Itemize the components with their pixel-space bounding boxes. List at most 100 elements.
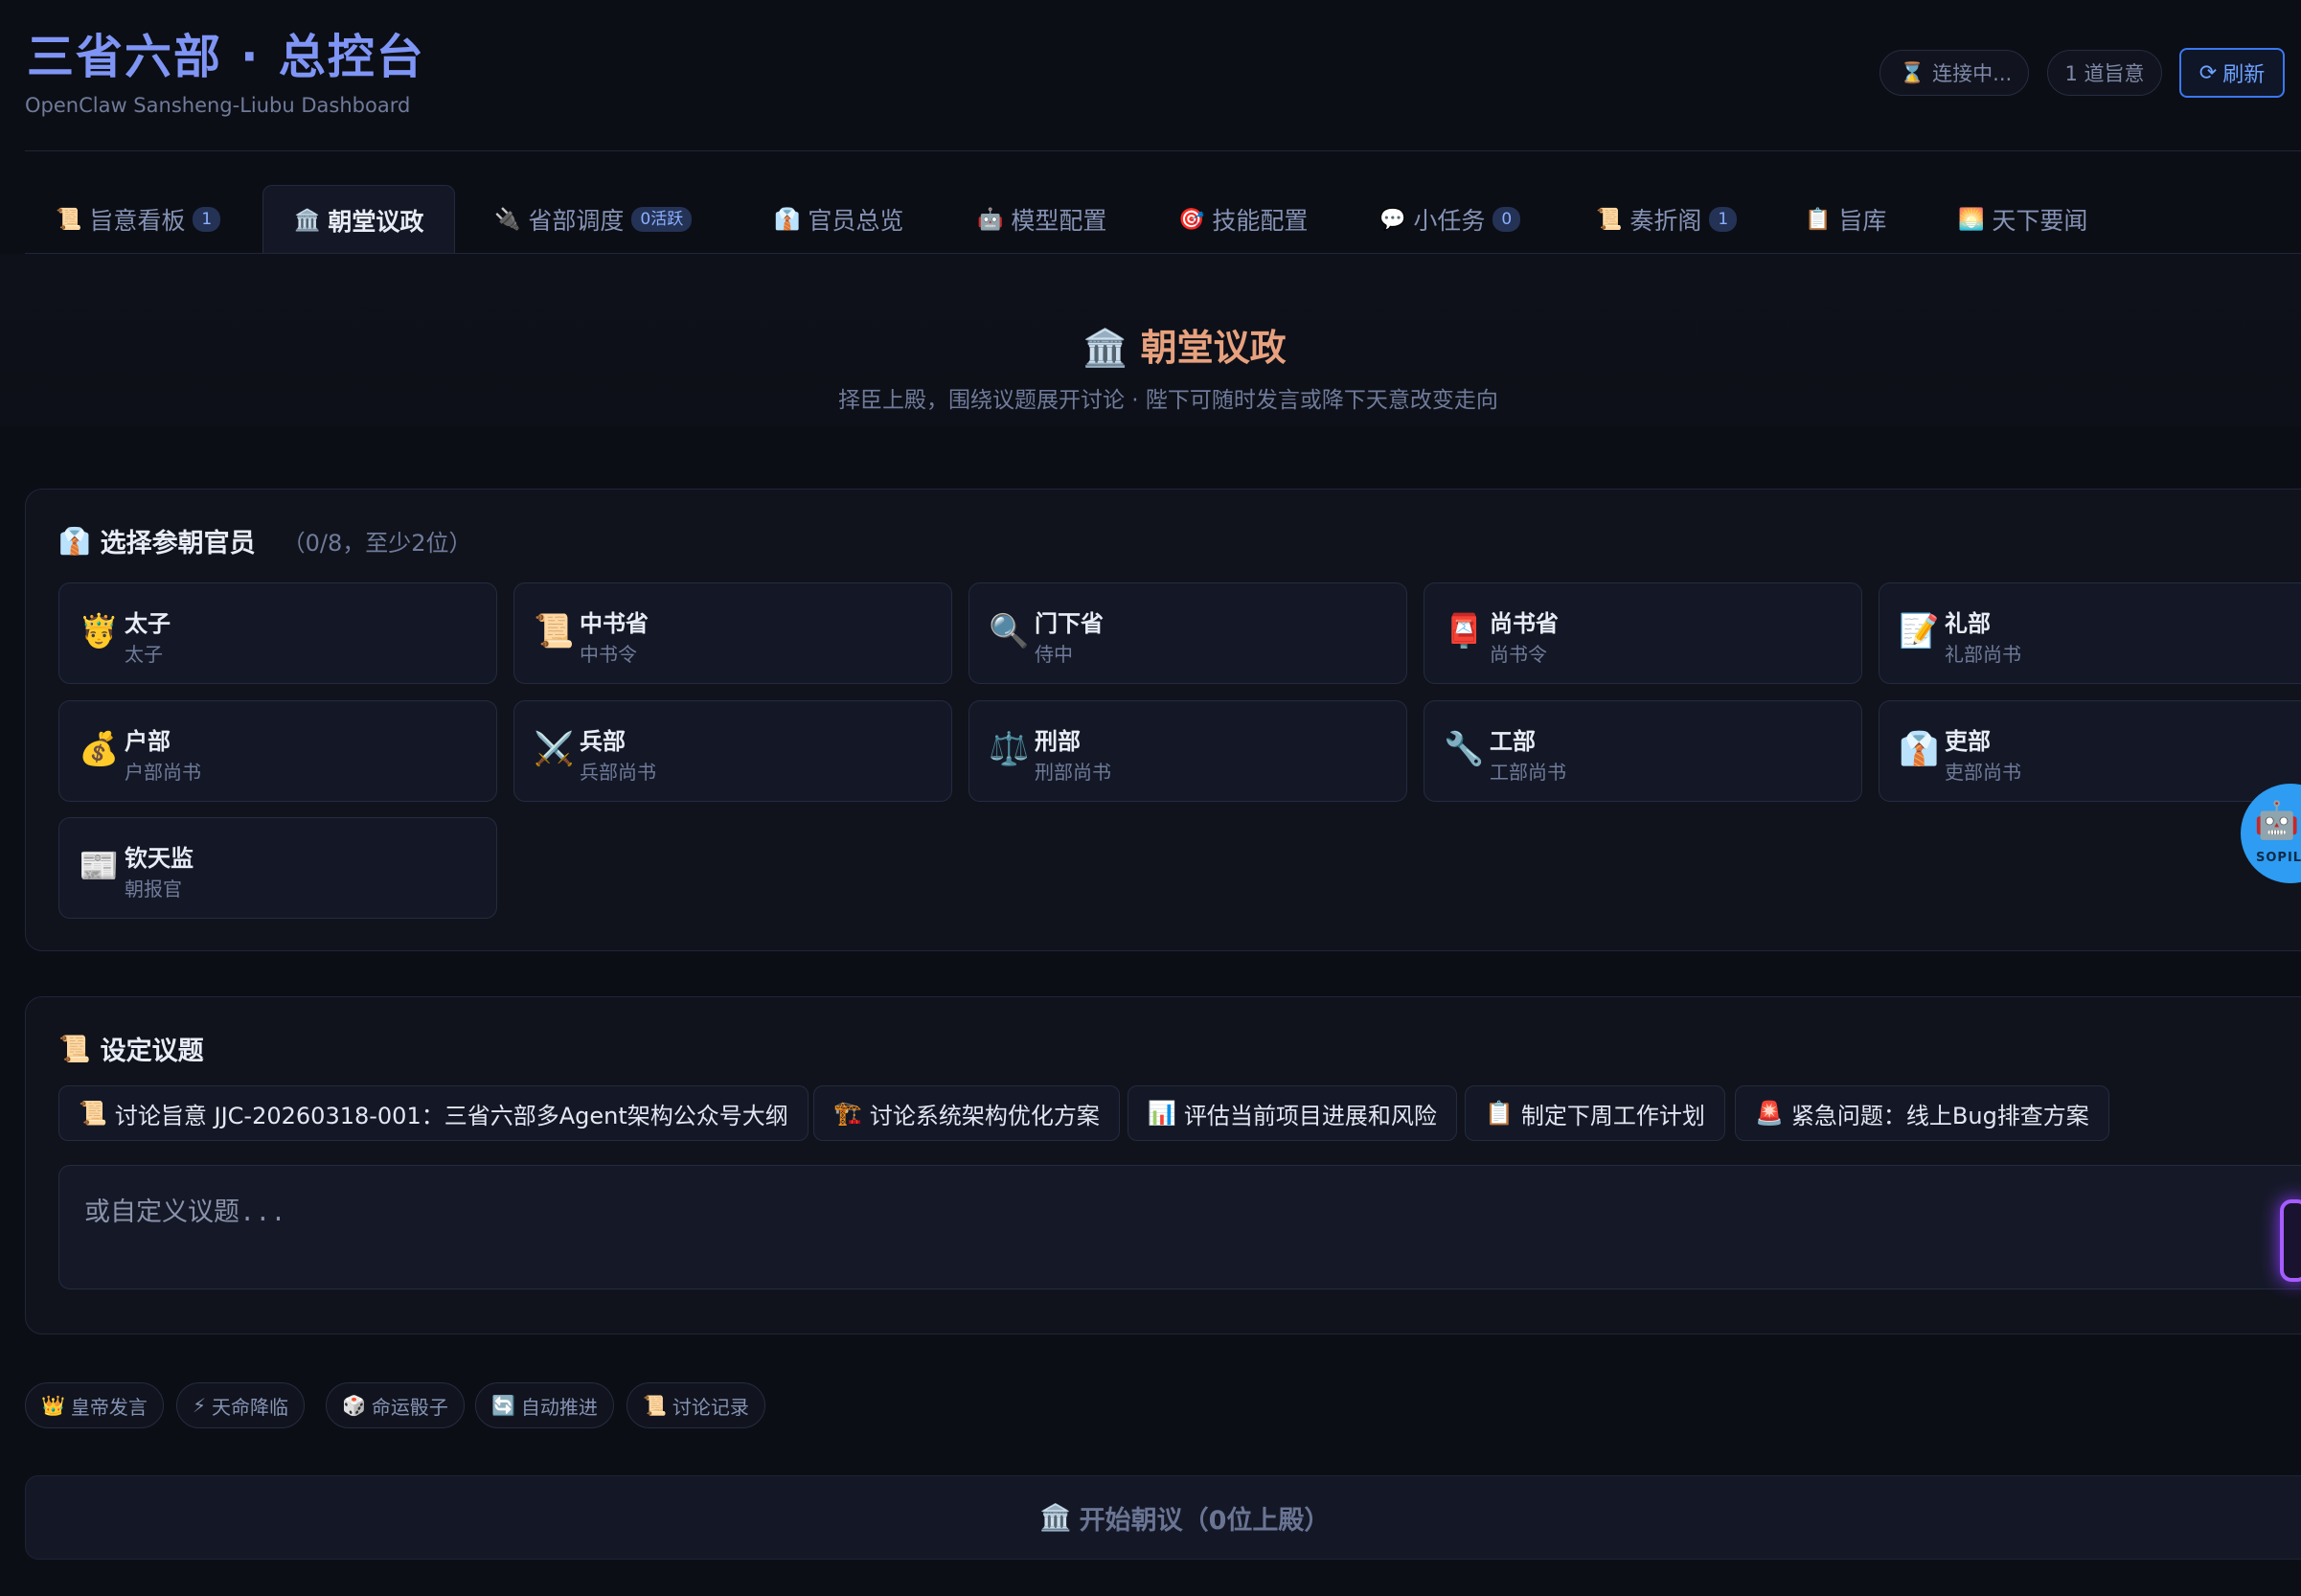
connection-status: ⌛ 连接中...	[1880, 50, 2029, 96]
fate-dice-button[interactable]: 🎲 命运骰子	[326, 1382, 465, 1428]
header-divider	[25, 150, 2301, 151]
official-card-zhongshu[interactable]: 📜 中书省 中书令	[513, 582, 952, 684]
tab-court-debate[interactable]: 🏛️ 朝堂议政	[262, 185, 456, 255]
official-card-menxia[interactable]: 🔍 门下省 侍中	[968, 582, 1407, 684]
robot-icon: 🤖	[2254, 799, 2300, 841]
scroll-icon: 📜	[534, 612, 575, 650]
official-card-li-rites[interactable]: 📝 礼部 礼部尚书	[1879, 582, 2301, 684]
official-name: 礼部	[1945, 610, 1991, 637]
suit-icon: 👔	[1899, 730, 1940, 768]
target-icon: 🎯	[1178, 207, 1205, 232]
official-card-xing[interactable]: ⚖️ 刑部 刑部尚书	[968, 700, 1407, 802]
plug-icon: 🔌	[494, 207, 521, 232]
topic-suggestion-weekly-plan[interactable]: 📋 制定下周工作计划	[1465, 1085, 1725, 1141]
official-name: 工部	[1490, 728, 1536, 755]
sunrise-icon: 🌅	[1958, 207, 1985, 232]
decree-count-badge: 1 道旨意	[2047, 50, 2162, 96]
tab-label: 旨库	[1838, 207, 1887, 235]
topic-suggestion-architecture[interactable]: 🏗️ 讨论系统架构优化方案	[813, 1085, 1120, 1141]
official-name: 兵部	[580, 728, 626, 755]
tab-world-news[interactable]: 🌅 天下要闻	[1958, 185, 2087, 254]
dice-icon: 🎲	[342, 1394, 366, 1417]
money-bag-icon: 💰	[79, 730, 120, 768]
classical-building-icon: 🏛️	[294, 208, 321, 233]
page-title: 三省六部 · 总控台	[27, 30, 425, 84]
tab-dispatch[interactable]: 🔌 省部调度 0活跃	[494, 185, 693, 254]
tab-label: 奏折阁	[1629, 207, 1702, 235]
wrench-icon: 🔧	[1444, 730, 1485, 768]
officials-heading: 👔 选择参朝官员 （0/8，至少2位）	[58, 522, 472, 559]
tab-badge: 0活跃	[631, 207, 693, 232]
official-card-gong[interactable]: 🔧 工部 工部尚书	[1424, 700, 1862, 802]
tab-badge: 0	[1492, 207, 1521, 232]
refresh-label: 刷新	[2222, 63, 2266, 87]
scales-icon: ⚖️	[989, 730, 1030, 768]
tab-label: 模型配置	[1011, 207, 1107, 235]
tab-decree-library[interactable]: 📋 旨库	[1805, 185, 1886, 254]
divine-will-button[interactable]: ⚡ 天命降临	[176, 1382, 306, 1428]
official-role: 工部尚书	[1490, 761, 1566, 784]
start-court-session-button[interactable]: 🏛️ 开始朝议（0位上殿）	[25, 1475, 2301, 1560]
construction-icon: 🏗️	[833, 1100, 862, 1127]
auto-advance-button[interactable]: 🔄 自动推进	[475, 1382, 614, 1428]
refresh-button[interactable]: ⟳ 刷新	[2179, 48, 2285, 98]
hourglass-icon: ⌛	[1900, 60, 1925, 84]
magnifier-icon: 🔍	[989, 612, 1030, 650]
suit-icon: 👔	[774, 207, 801, 232]
official-name: 吏部	[1945, 728, 1991, 755]
tab-model-config[interactable]: 🤖 模型配置	[977, 185, 1106, 254]
tab-small-tasks[interactable]: 💬 小任务 0	[1379, 185, 1521, 254]
official-card-qintianjian[interactable]: 📰 钦天监 朝报官	[58, 817, 497, 919]
tab-decree-board[interactable]: 📜 旨意看板 1	[56, 185, 221, 254]
speech-bubble-icon: 💬	[1379, 207, 1406, 232]
lightning-icon: ⚡	[193, 1394, 207, 1417]
robot-icon: 🤖	[977, 207, 1004, 232]
tab-badge: 1	[1709, 207, 1738, 232]
tab-label: 朝堂议政	[328, 208, 424, 236]
official-role: 太子	[125, 643, 163, 666]
official-name: 户部	[125, 728, 171, 755]
official-card-shangshu[interactable]: 📮 尚书省 尚书令	[1424, 582, 1862, 684]
tab-label: 旨意看板	[89, 207, 186, 235]
tool-label: 自动推进	[520, 1395, 598, 1419]
tab-bar: 📜 旨意看板 1 🏛️ 朝堂议政 🔌 省部调度 0活跃 👔 官员总览 🤖 模型配…	[25, 185, 2301, 255]
tool-label: 命运骰子	[371, 1395, 448, 1419]
official-card-hu[interactable]: 💰 户部 户部尚书	[58, 700, 497, 802]
tab-badge: 1	[193, 207, 221, 232]
decree-count-text: 1 道旨意	[2064, 62, 2145, 85]
official-name: 门下省	[1035, 610, 1104, 637]
tab-skill-config[interactable]: 🎯 技能配置	[1178, 185, 1308, 254]
prince-icon: 🤴	[79, 612, 120, 650]
official-role: 刑部尚书	[1035, 761, 1111, 784]
connection-status-text: 连接中...	[1932, 62, 2013, 85]
topic-suggestion-progress[interactable]: 📊 评估当前项目进展和风险	[1128, 1085, 1457, 1141]
official-role: 中书令	[580, 643, 637, 666]
official-role: 吏部尚书	[1945, 761, 2021, 784]
tab-label: 小任务	[1413, 207, 1486, 235]
clipboard-icon: 📋	[1805, 207, 1832, 232]
discussion-log-button[interactable]: 📜 讨论记录	[627, 1382, 765, 1428]
hero-title-text: 朝堂议政	[1140, 327, 1287, 369]
officials-heading-text: 选择参朝官员	[100, 529, 256, 559]
emperor-speak-button[interactable]: 👑 皇帝发言	[25, 1382, 164, 1428]
page-subtitle: OpenClaw Sansheng-Liubu Dashboard	[25, 94, 411, 117]
official-card-li-personnel[interactable]: 👔 吏部 吏部尚书	[1879, 700, 2301, 802]
tab-officials[interactable]: 👔 官员总览	[774, 185, 903, 254]
tab-label: 天下要闻	[1992, 207, 2088, 235]
official-card-crown-prince[interactable]: 🤴 太子 太子	[58, 582, 497, 684]
official-card-bing[interactable]: ⚔️ 兵部 兵部尚书	[513, 700, 952, 802]
start-button-label: 开始朝议（0位上殿）	[1079, 1505, 1331, 1536]
tab-label: 官员总览	[808, 207, 904, 235]
topic-suggestion-decree[interactable]: 📜 讨论旨意 JJC-20260318-001：三省六部多Agent架构公众号大…	[58, 1085, 809, 1141]
scroll-icon: 📜	[643, 1394, 667, 1417]
topic-submit-button[interactable]	[2280, 1199, 2301, 1282]
topic-suggestion-urgent-bug[interactable]: 🚨 紧急问题：线上Bug排查方案	[1735, 1085, 2109, 1141]
scroll-icon: 📜	[58, 1034, 91, 1064]
official-name: 尚书省	[1490, 610, 1559, 637]
official-role: 侍中	[1035, 643, 1073, 666]
tool-label: 皇帝发言	[70, 1395, 148, 1419]
hero-title: 🏛️ 朝堂议政	[1082, 318, 1287, 371]
topic-suggestion-label: 制定下周工作计划	[1520, 1102, 1705, 1129]
tab-memorials[interactable]: 📜 奏折阁 1	[1596, 185, 1738, 254]
custom-topic-input[interactable]	[58, 1165, 2301, 1289]
